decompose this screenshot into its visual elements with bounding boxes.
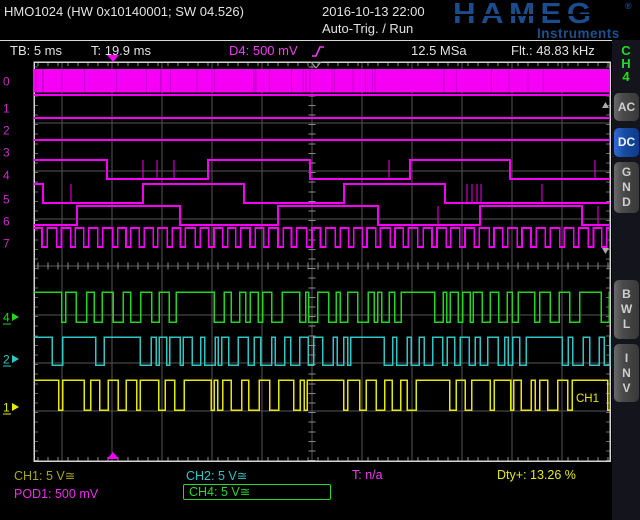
brand-logo: HAMEG ® Instruments xyxy=(453,1,638,41)
pod-channel-label-4: 4 xyxy=(3,169,10,183)
brand-registered-mark: ® xyxy=(625,1,632,11)
pod-channel-label-1: 1 xyxy=(3,102,10,116)
status-ch2: CH2: 5 V≅ xyxy=(186,468,247,483)
trigger-time-readout: T: 19.9 ms xyxy=(91,43,151,58)
panel-button-inv[interactable]: INV xyxy=(614,344,639,402)
trigger-status: Auto-Trig. / Run xyxy=(322,21,413,36)
panel-button-ac[interactable]: AC xyxy=(614,93,639,121)
header-separator xyxy=(0,40,614,41)
rising-edge-icon xyxy=(311,44,326,59)
trace-CH4 xyxy=(34,292,610,322)
pod-scroll-up-arrow[interactable] xyxy=(602,102,609,108)
status-ch1: CH1: 5 V≅ xyxy=(14,468,75,483)
pod-channel-label-7: 7 xyxy=(3,237,10,251)
trace-D7 xyxy=(34,228,610,247)
status-ch4-selected-box: CH4: 5 V≅ xyxy=(183,484,331,500)
pod-channel-label-6: 6 xyxy=(3,215,10,229)
datetime: 2016-10-13 22:00 xyxy=(322,4,425,19)
panel-button-bwl[interactable]: BWL xyxy=(614,280,639,339)
status-trigger: T: n/a xyxy=(352,468,383,482)
device-info: HMO1024 (HW 0x10140001; SW 04.526) xyxy=(4,4,244,19)
timebase-readout: TB: 5 ms xyxy=(10,43,62,58)
status-pod1: POD1: 500 mV xyxy=(14,487,98,501)
trigger-time-marker-bottom xyxy=(107,452,119,459)
trace-name-label: CH1 xyxy=(576,393,599,405)
channel-marker-arrow xyxy=(12,313,19,321)
oscilloscope-screen: HMO1024 (HW 0x10140001; SW 04.526) 2016-… xyxy=(0,0,640,520)
graticule-border xyxy=(34,62,610,461)
pod-scroll-down-arrow[interactable] xyxy=(602,248,609,254)
channel-marker-CH2: 2 xyxy=(3,353,10,367)
filter-readout: Flt.: 48.83 kHz xyxy=(511,43,595,58)
status-duty-cycle: Dty+: 13.26 % xyxy=(497,468,576,482)
trace-D6 xyxy=(34,206,610,225)
brand-subtitle: Instruments xyxy=(537,26,620,41)
panel-button-gnd[interactable]: GND xyxy=(614,162,639,213)
trigger-source-marker xyxy=(311,62,321,68)
trace-D4 xyxy=(34,160,610,179)
trace-CH2 xyxy=(34,337,610,365)
side-panel-channel-label: CH4 xyxy=(613,44,639,83)
pod-channel-label-2: 2 xyxy=(3,124,10,138)
status-ch4: CH4: 5 V≅ xyxy=(184,485,330,499)
trace-D0 xyxy=(34,69,610,93)
trace-D5 xyxy=(34,184,610,203)
channel-marker-arrow xyxy=(12,355,19,363)
brand-logo-slit xyxy=(453,14,625,16)
pod-channel-label-3: 3 xyxy=(3,146,10,160)
pod-channel-label-5: 5 xyxy=(3,193,10,207)
sample-rate-readout: 12.5 MSa xyxy=(411,43,467,58)
channel-marker-arrow xyxy=(12,403,19,411)
channel-marker-CH4: 4 xyxy=(3,311,10,325)
panel-button-dc[interactable]: DC xyxy=(614,128,639,157)
trigger-source-readout: D4: 500 mV xyxy=(229,43,298,58)
trace-CH1 xyxy=(34,380,610,410)
channel-marker-CH1: 1 xyxy=(3,401,10,415)
waveform-display: 0 1 2 3 4 5 6 7 4 2 1 CH1 xyxy=(0,0,640,520)
pod-channel-label-0: 0 xyxy=(3,75,10,89)
